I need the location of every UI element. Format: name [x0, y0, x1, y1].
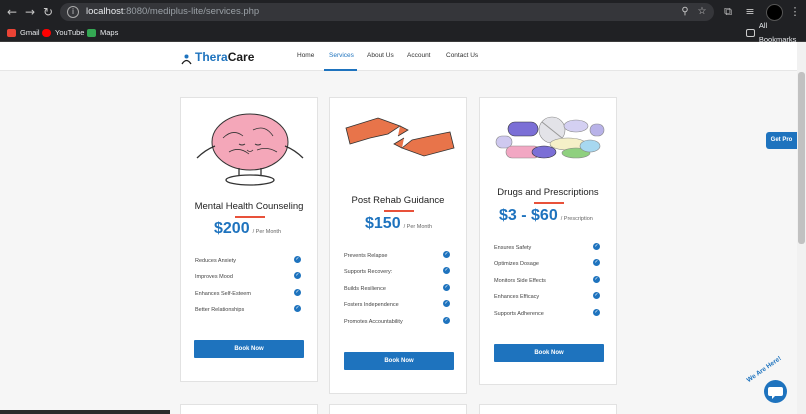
check-icon: ✓ — [443, 317, 450, 324]
nav-contact-us[interactable]: Contact Us — [446, 51, 478, 61]
price: $3 - $60 / Prescription — [499, 207, 593, 225]
bookmark-youtube[interactable]: YouTube — [42, 26, 84, 40]
check-icon: ✓ — [443, 284, 450, 291]
price-period: / Per Month — [252, 229, 282, 235]
address-bar[interactable]: i localhost:8080/mediplus-lite/services.… — [60, 3, 714, 21]
scrollbar-thumb[interactable] — [798, 72, 805, 244]
feature-item: Monitors Side Effects — [494, 278, 546, 284]
all-bookmarks[interactable]: All Bookmarks — [746, 21, 806, 44]
check-icon: ✓ — [294, 305, 301, 312]
price: $200 / Per Month — [214, 220, 281, 238]
check-icon: ✓ — [593, 309, 600, 316]
reload-icon[interactable]: ↻ — [40, 4, 56, 20]
nav-about-us[interactable]: About Us — [367, 51, 394, 61]
logo-text-care: Care — [227, 50, 255, 64]
gmail-icon — [7, 29, 16, 37]
bookmark-gmail[interactable]: Gmail — [7, 26, 40, 40]
feature-item: Enhances Self-Esteem — [195, 291, 251, 297]
service-card-post-rehab: Post Rehab Guidance $150 / Per Month Pre… — [329, 97, 467, 394]
youtube-icon — [42, 29, 51, 37]
forward-icon[interactable]: → — [22, 4, 38, 20]
service-card-partial — [329, 404, 467, 414]
title-divider — [235, 216, 265, 218]
menu-icon[interactable]: ⋮ — [787, 4, 803, 20]
book-now-button[interactable]: Book Now — [194, 340, 304, 358]
zoom-icon[interactable]: ⚲ — [678, 5, 692, 19]
feature-item: Supports Recovery: — [344, 269, 393, 275]
page-scrollbar[interactable] — [797, 42, 806, 414]
bookmark-star-icon[interactable]: ☆ — [695, 5, 709, 19]
bookmarks-bar: Gmail YouTube Maps All Bookmarks — [0, 21, 806, 44]
media-icon[interactable]: ≡ — [742, 4, 758, 20]
feature-item: Fosters Independence — [344, 302, 399, 308]
brain-meditation-illustration — [193, 110, 307, 186]
bottom-strip — [0, 410, 170, 414]
feature-item: Enhances Efficacy — [494, 294, 540, 300]
price-value: $3 - $60 — [499, 207, 558, 224]
nav-home[interactable]: Home — [297, 51, 314, 61]
browser-toolbar: ← → ↻ i localhost:8080/mediplus-lite/ser… — [0, 0, 806, 24]
chat-button[interactable] — [764, 380, 787, 403]
extensions-icon[interactable]: ⧉ — [720, 4, 736, 20]
logo-icon — [181, 52, 192, 64]
feature-item: Prevents Relapse — [344, 253, 388, 259]
check-icon: ✓ — [443, 267, 450, 274]
url-text[interactable]: localhost:8080/mediplus-lite/services.ph… — [86, 5, 259, 19]
card-title: Drugs and Prescriptions — [497, 187, 599, 198]
check-icon: ✓ — [294, 289, 301, 296]
feature-item: Better Relationships — [195, 307, 245, 313]
check-icon: ✓ — [294, 256, 301, 263]
title-divider — [534, 202, 564, 204]
helping-hands-illustration — [344, 114, 456, 160]
check-icon: ✓ — [593, 243, 600, 250]
title-divider — [384, 210, 414, 212]
book-now-button[interactable]: Book Now — [494, 344, 604, 362]
logo-text-thera: Thera — [195, 50, 228, 64]
feature-item: Improves Mood — [195, 274, 233, 280]
service-card-partial — [180, 404, 318, 414]
maps-icon — [87, 29, 96, 37]
price-value: $200 — [214, 220, 250, 237]
get-pro-button[interactable]: Get Pro — [766, 132, 797, 149]
price: $150 / Per Month — [365, 215, 432, 233]
check-icon: ✓ — [294, 272, 301, 279]
logo[interactable]: TheraCare — [181, 50, 254, 64]
nav-account[interactable]: Account — [407, 51, 431, 61]
card-title: Mental Health Counseling — [194, 201, 304, 212]
price-period: / Per Month — [403, 224, 433, 230]
check-icon: ✓ — [443, 300, 450, 307]
nav-services[interactable]: Services — [329, 51, 354, 61]
feature-item: Reduces Anxiety — [195, 258, 236, 264]
check-icon: ✓ — [593, 292, 600, 299]
service-card-partial — [479, 404, 617, 414]
price-value: $150 — [365, 215, 401, 232]
check-icon: ✓ — [443, 251, 450, 258]
card-title: Post Rehab Guidance — [351, 195, 445, 206]
feature-item: Ensures Safety — [494, 245, 532, 251]
book-now-button[interactable]: Book Now — [344, 352, 454, 370]
price-period: / Prescription — [560, 216, 593, 222]
pills-illustration — [494, 116, 606, 162]
folder-icon — [746, 29, 755, 37]
check-icon: ✓ — [593, 276, 600, 283]
service-card-drugs: Drugs and Prescriptions $3 - $60 / Presc… — [479, 97, 617, 385]
chat-bubble-icon — [768, 387, 783, 399]
feature-item: Supports Adherence — [494, 311, 544, 317]
bookmark-maps[interactable]: Maps — [87, 26, 118, 40]
feature-item: Promotes Accountability — [344, 319, 403, 325]
back-icon[interactable]: ← — [4, 4, 20, 20]
service-card-mental-health: Mental Health Counseling $200 / Per Mont… — [180, 97, 318, 382]
feature-item: Builds Resilience — [344, 286, 386, 292]
active-nav-indicator — [324, 69, 357, 71]
check-icon: ✓ — [593, 259, 600, 266]
site-info-icon[interactable]: i — [67, 6, 79, 18]
site-header: TheraCare Home Services About Us Account… — [0, 42, 797, 71]
feature-item: Optimizes Dosage — [494, 261, 539, 267]
